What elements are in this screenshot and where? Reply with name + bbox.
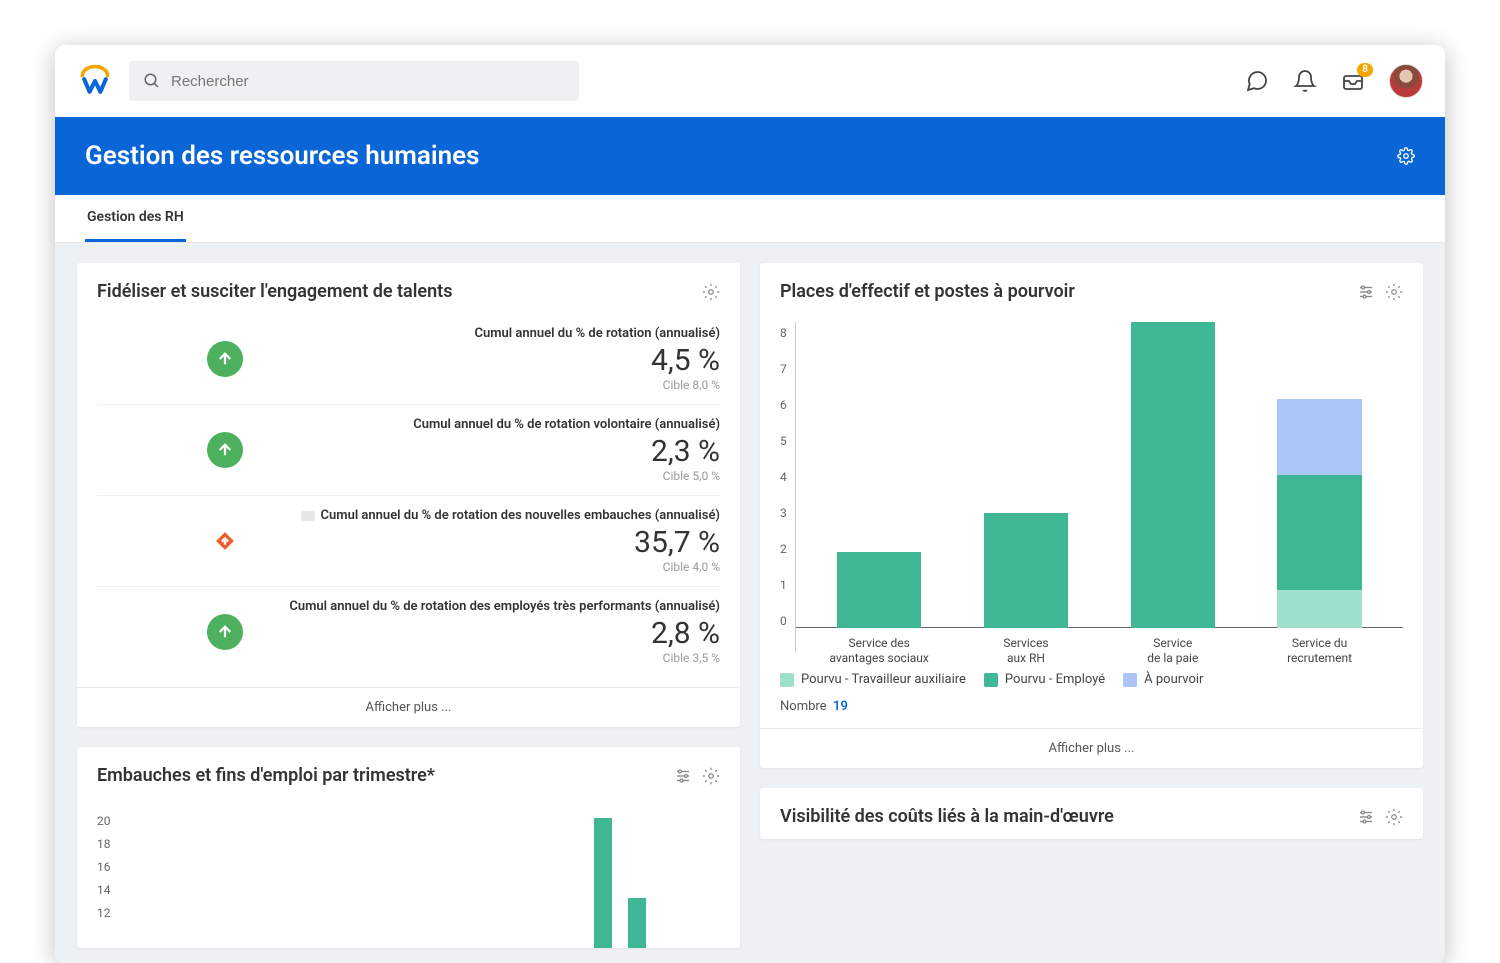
page-header: Gestion des ressources humaines [55, 117, 1445, 195]
kpi-target: Cible 8,0 % [261, 378, 720, 392]
tab-gestion-rh[interactable]: Gestion des RH [85, 195, 186, 242]
top-bar: 8 [55, 45, 1445, 117]
y-tick: 14 [97, 883, 111, 897]
kpi-value: 35,7 % [261, 525, 720, 560]
bar-stack[interactable] [1131, 322, 1216, 628]
dashboard-content: Fidéliser et susciter l'engagement de ta… [55, 243, 1445, 963]
y-tick: 5 [780, 434, 787, 448]
kpi-target: Cible 4,0 % [261, 560, 720, 574]
kpi-value: 2,8 % [261, 616, 720, 651]
y-tick: 1 [780, 578, 787, 592]
x-label: Service du recrutement [1261, 636, 1378, 666]
sliders-icon[interactable] [1357, 808, 1375, 826]
legend-item[interactable]: À pourvoir [1123, 672, 1203, 687]
card-title: Visibilité des coûts liés à la main-d'œu… [780, 806, 1114, 827]
kpi-value: 2,3 % [261, 434, 720, 469]
hires-chart: 20 18 16 14 12 [77, 798, 740, 948]
kpi-list: Cumul annuel du % de rotation (annualisé… [77, 314, 740, 687]
y-tick: 3 [780, 506, 787, 520]
page-title: Gestion des ressources humaines [85, 141, 480, 171]
y-tick: 0 [780, 614, 787, 628]
card-retention: Fidéliser et susciter l'engagement de ta… [77, 263, 740, 727]
chart-legend: Pourvu - Travailleur auxiliaire Pourvu -… [780, 672, 1403, 687]
legend-item[interactable]: Pourvu - Employé [984, 672, 1105, 687]
sliders-icon[interactable] [674, 767, 692, 785]
bar [594, 818, 612, 948]
gear-icon[interactable] [1385, 283, 1403, 301]
kpi-target: Cible 5,0 % [261, 469, 720, 483]
inbox-badge: 8 [1357, 63, 1373, 77]
kpi-row[interactable]: Cumul annuel du % de rotation volontaire… [97, 404, 720, 495]
kpi-label: Cumul annuel du % de rotation (annualisé… [261, 326, 720, 341]
gear-icon[interactable] [1385, 808, 1403, 826]
y-tick: 7 [780, 362, 787, 376]
x-label: Services aux RH [967, 636, 1084, 666]
legend-item[interactable]: Pourvu - Travailleur auxiliaire [780, 672, 966, 687]
y-tick: 2 [780, 542, 787, 556]
card-title: Fidéliser et susciter l'engagement de ta… [97, 281, 452, 302]
trend-up-icon [207, 614, 243, 650]
bar-stack[interactable] [984, 513, 1069, 628]
chat-icon[interactable] [1245, 69, 1269, 93]
bar-stack[interactable] [837, 552, 922, 629]
x-label: Service des avantages sociaux [820, 636, 937, 666]
card-title: Places d'effectif et postes à pourvoir [780, 281, 1075, 302]
inbox-icon[interactable]: 8 [1341, 69, 1365, 93]
trend-alert-icon [207, 523, 243, 559]
y-tick: 18 [97, 837, 111, 851]
kpi-row[interactable]: Cumul annuel du % de rotation des employ… [97, 586, 720, 677]
kpi-row[interactable]: Cumul annuel du % de rotation des nouvel… [97, 495, 720, 586]
y-tick: 12 [97, 906, 111, 920]
trend-up-icon [207, 432, 243, 468]
search-icon [143, 72, 161, 90]
kpi-label: Cumul annuel du % de rotation volontaire… [261, 417, 720, 432]
bar [628, 898, 646, 948]
gear-icon[interactable] [702, 283, 720, 301]
app-window: 8 Gestion des ressources humaines Gestio… [55, 45, 1445, 963]
trend-up-icon [207, 341, 243, 377]
avatar[interactable] [1389, 64, 1423, 98]
card-hires-terms: Embauches et fins d'emploi par trimestre… [77, 747, 740, 948]
y-tick: 20 [97, 814, 111, 828]
y-tick: 6 [780, 398, 787, 412]
workday-logo[interactable] [77, 63, 113, 99]
kpi-label: Cumul annuel du % de rotation des nouvel… [261, 508, 720, 523]
show-more-link[interactable]: Afficher plus ... [760, 728, 1423, 768]
headcount-chart: 8 7 6 5 4 3 2 1 0 [760, 314, 1423, 728]
header-gear-icon[interactable] [1397, 147, 1415, 165]
kpi-target: Cible 3,5 % [261, 651, 720, 665]
x-label: Service de la paie [1114, 636, 1231, 666]
card-headcount: Places d'effectif et postes à pourvoir 8… [760, 263, 1423, 768]
card-labor-costs: Visibilité des coûts liés à la main-d'œu… [760, 788, 1423, 839]
tab-bar: Gestion des RH [55, 195, 1445, 243]
bell-icon[interactable] [1293, 69, 1317, 93]
y-tick: 8 [780, 326, 787, 340]
kpi-value: 4,5 % [261, 343, 720, 378]
sliders-icon[interactable] [1357, 283, 1375, 301]
count-summary: Nombre 19 [780, 699, 1403, 714]
search-input[interactable] [171, 73, 565, 90]
y-tick: 16 [97, 860, 111, 874]
search-box[interactable] [129, 61, 579, 101]
show-more-link[interactable]: Afficher plus ... [77, 687, 740, 727]
kpi-label: Cumul annuel du % de rotation des employ… [261, 599, 720, 614]
bar-stack[interactable] [1277, 399, 1362, 628]
flag-icon [301, 511, 315, 521]
kpi-row[interactable]: Cumul annuel du % de rotation (annualisé… [97, 314, 720, 404]
gear-icon[interactable] [702, 767, 720, 785]
y-tick: 4 [780, 470, 787, 484]
topbar-actions: 8 [1245, 64, 1423, 98]
card-title: Embauches et fins d'emploi par trimestre… [97, 765, 435, 786]
